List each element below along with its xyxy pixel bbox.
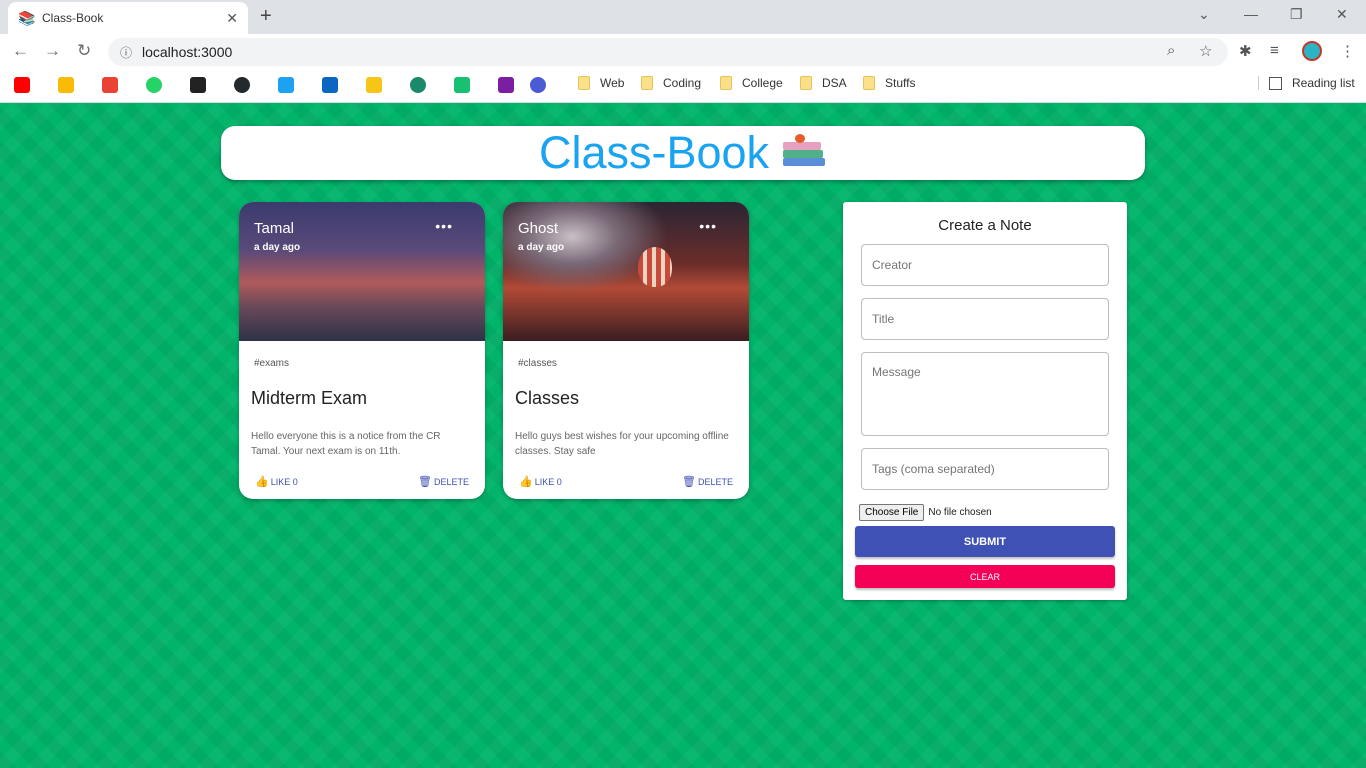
- minimize-icon[interactable]: —: [1244, 6, 1258, 22]
- tv-icon[interactable]: [454, 77, 470, 93]
- browser-menu-icon[interactable]: ⋮: [1340, 42, 1355, 60]
- folder-icon: [863, 76, 875, 90]
- like-button[interactable]: 👍 LIKE 0: [519, 475, 562, 488]
- youtube-icon[interactable]: [14, 77, 30, 93]
- restore-icon[interactable]: ❐: [1290, 6, 1303, 23]
- trash-icon: 🗑: [682, 476, 696, 488]
- bookmark-folder-stuffs[interactable]: Stuffs: [863, 76, 915, 90]
- post-tags: #exams: [254, 358, 290, 369]
- balloon-graphic: [638, 247, 672, 287]
- close-window-icon[interactable]: ✕: [1336, 6, 1348, 23]
- app-header: Class-Book: [221, 126, 1145, 180]
- folder-icon: [720, 76, 732, 90]
- profile-avatar[interactable]: [1302, 41, 1322, 61]
- post-image: Ghost a day ago •••: [503, 202, 749, 341]
- ip-icon[interactable]: [190, 77, 206, 93]
- more-options-icon[interactable]: •••: [699, 218, 717, 234]
- post-title: Classes: [515, 388, 580, 408]
- file-status: No file chosen: [928, 507, 992, 518]
- whatsapp-icon[interactable]: [146, 77, 162, 93]
- reload-icon[interactable]: ↻: [77, 41, 91, 61]
- close-tab-icon[interactable]: ✕: [226, 10, 238, 27]
- app-title: Class-Book: [538, 127, 770, 178]
- tab-favicon: 📚: [18, 9, 36, 26]
- thumb-up-icon: 👍: [255, 476, 269, 488]
- trash-icon: 🗑: [418, 476, 432, 488]
- delete-button[interactable]: 🗑 DELETE: [682, 475, 733, 488]
- post-creator: Ghost: [518, 220, 559, 237]
- address-url: localhost:3000: [142, 44, 233, 60]
- post-message: Hello guys best wishes for your upcoming…: [515, 431, 729, 457]
- extensions-icon[interactable]: ✱: [1239, 42, 1252, 60]
- browser-tab[interactable]: 📚 Class-Book ✕: [8, 2, 248, 34]
- twitter-icon[interactable]: [278, 77, 294, 93]
- address-bar[interactable]: ⓘ localhost:3000: [108, 38, 1228, 66]
- forward-icon[interactable]: →: [44, 41, 61, 61]
- bookmark-folder-dsa[interactable]: DSA: [800, 76, 847, 90]
- create-note-form: Create a Note Choose File No file chosen…: [843, 202, 1127, 600]
- new-tab-icon[interactable]: +: [260, 5, 272, 28]
- message-input[interactable]: [861, 352, 1109, 436]
- tab-search-icon[interactable]: ⌄: [1198, 6, 1210, 23]
- title-input[interactable]: [861, 298, 1109, 340]
- post-title: Midterm Exam: [251, 388, 368, 408]
- post-creator: Tamal: [254, 220, 295, 237]
- bookmarks-bar: Web Coding College DSA Stuffs Reading li…: [0, 70, 1366, 103]
- bookmark-star-icon[interactable]: ☆: [1199, 42, 1212, 60]
- reading-list-icon: [1269, 76, 1282, 90]
- media-icon[interactable]: ≡: [1270, 42, 1279, 59]
- submit-button[interactable]: SUBMIT: [855, 526, 1115, 557]
- mt-icon[interactable]: [366, 77, 382, 93]
- browser-toolbar: ← → ↻ ⓘ localhost:3000 ⌕ ☆ ✱ ≡ ⋮: [0, 34, 1366, 70]
- tab-title: Class-Book: [42, 11, 104, 25]
- gmail-icon[interactable]: [102, 77, 118, 93]
- like-button[interactable]: 👍 LIKE 0: [255, 475, 298, 488]
- play-icon[interactable]: [498, 77, 514, 93]
- linkedin-icon[interactable]: [322, 77, 338, 93]
- books-icon: [781, 134, 827, 172]
- reading-list-button[interactable]: Reading list: [1258, 76, 1355, 90]
- folder-icon: [800, 76, 812, 90]
- keep-icon[interactable]: [58, 77, 74, 93]
- file-picker: Choose File No file chosen: [859, 504, 992, 521]
- post-card: Ghost a day ago ••• #classes Classes Hel…: [503, 202, 749, 499]
- github-icon[interactable]: [234, 77, 250, 93]
- back-icon[interactable]: ←: [12, 41, 29, 61]
- folder-icon: [578, 76, 590, 90]
- browser-tabstrip: 📚 Class-Book ✕ + ⌄ — ❐ ✕: [0, 0, 1366, 34]
- post-time: a day ago: [254, 242, 301, 253]
- post-tags: #classes: [518, 358, 557, 369]
- post-card: Tamal a day ago ••• #exams Midterm Exam …: [239, 202, 485, 499]
- bookmark-folder-coding[interactable]: Coding: [641, 76, 701, 90]
- tags-input[interactable]: [861, 448, 1109, 490]
- post-image: Tamal a day ago •••: [239, 202, 485, 341]
- choose-file-button[interactable]: Choose File: [859, 504, 925, 521]
- post-time: a day ago: [518, 242, 565, 253]
- bookmark-folder-college[interactable]: College: [720, 76, 783, 90]
- clear-button[interactable]: CLEAR: [855, 565, 1115, 588]
- folder-icon: [641, 76, 653, 90]
- creator-input[interactable]: [861, 244, 1109, 286]
- bookmark-folder-web[interactable]: Web: [578, 76, 624, 90]
- gfg-icon[interactable]: [410, 77, 426, 93]
- delete-button[interactable]: 🗑 DELETE: [418, 475, 469, 488]
- thumb-up-icon: 👍: [519, 476, 533, 488]
- site-info-icon[interactable]: ⓘ: [120, 44, 142, 61]
- app-page: Class-Book Tamal a day ago ••• #exams Mi…: [0, 103, 1366, 768]
- app-icon[interactable]: [530, 77, 546, 93]
- more-options-icon[interactable]: •••: [435, 218, 453, 234]
- zoom-icon[interactable]: ⌕: [1167, 42, 1175, 59]
- form-title: Create a Note: [938, 217, 1032, 234]
- post-message: Hello everyone this is a notice from the…: [251, 431, 441, 457]
